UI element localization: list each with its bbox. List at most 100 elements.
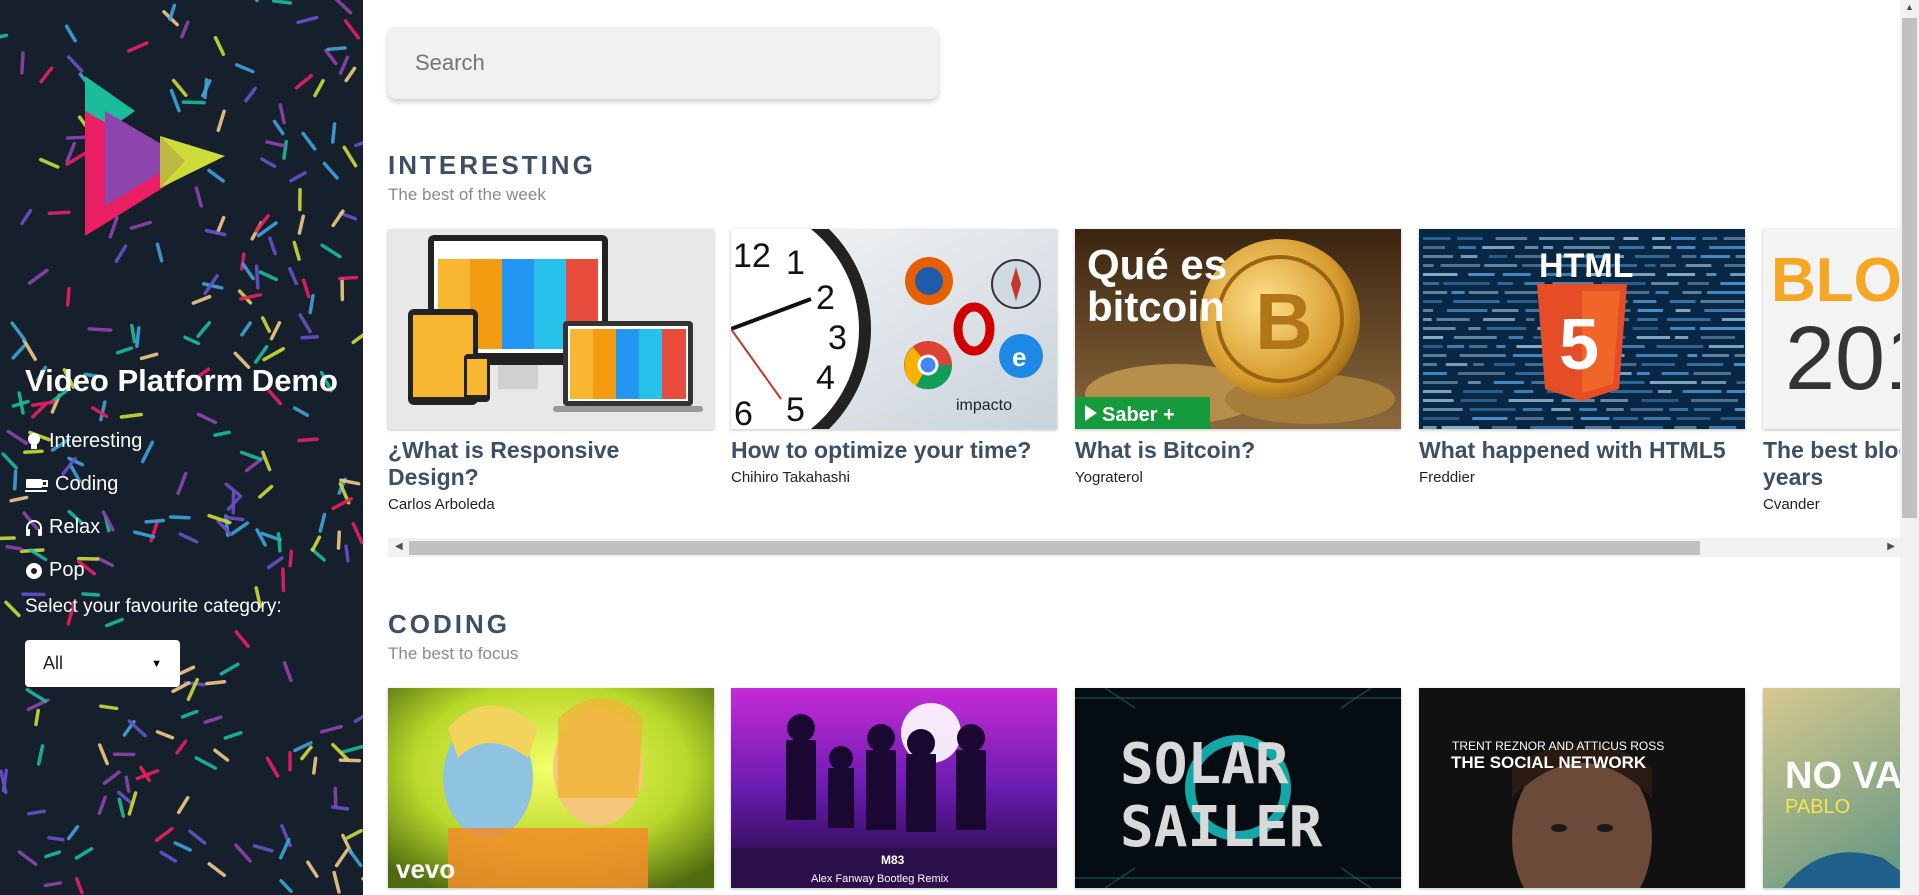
confetti-stroke <box>196 412 218 425</box>
category-label: Select your favourite category: <box>25 596 282 617</box>
confetti-stroke <box>31 403 47 419</box>
confetti-stroke <box>278 837 291 860</box>
video-title[interactable]: What is Bitcoin? <box>1075 437 1401 464</box>
confetti-stroke <box>288 266 299 286</box>
video-card[interactable]: TRENT REZNOR AND ATTICUS ROSS THE SOCIAL… <box>1419 688 1745 888</box>
confetti-stroke <box>326 46 347 52</box>
sidebar-item-label: Interesting <box>49 430 143 452</box>
confetti-stroke <box>10 321 27 342</box>
sidebar-item-interesting[interactable]: Interesting <box>25 420 142 463</box>
confetti-stroke <box>183 335 201 346</box>
sidebar-item-pop[interactable]: Pop <box>25 549 142 592</box>
confetti-stroke <box>159 850 178 863</box>
confetti-stroke <box>343 19 361 40</box>
confetti-stroke <box>176 471 188 495</box>
confetti-stroke <box>282 661 293 683</box>
confetti-stroke <box>351 333 363 345</box>
confetti-stroke <box>194 756 218 770</box>
bitcoin-badge-text: Saber + <box>1102 404 1175 426</box>
video-card[interactable]: SOLAR SAILER <box>1075 688 1401 888</box>
confetti-stroke <box>240 321 252 337</box>
confetti-stroke <box>281 567 286 593</box>
video-thumbnail[interactable]: 12 1 2 3 4 5 6 e impacto <box>731 229 1057 429</box>
confetti-stroke <box>74 846 94 860</box>
scroll-left-icon[interactable]: ◀ <box>395 541 403 552</box>
html-heading-text: HTML <box>1539 247 1633 285</box>
confetti-stroke <box>117 797 126 818</box>
category-select[interactable]: All ▼ <box>25 640 180 687</box>
video-thumbnail[interactable]: M83 Alex Fanway Bootleg Remix <box>731 688 1057 888</box>
video-card[interactable]: HTML 5 What happened with HTML5 Freddier <box>1419 229 1745 486</box>
video-thumbnail[interactable]: SOLAR SAILER <box>1075 688 1401 888</box>
sidebar-item-label: Pop <box>49 559 85 581</box>
confetti-stroke <box>213 35 226 56</box>
confetti-stroke <box>119 412 143 419</box>
solar-text: SOLAR <box>1120 732 1289 797</box>
video-thumbnail[interactable]: BLOOP 201 <box>1763 229 1900 429</box>
confetti-stroke <box>27 268 49 285</box>
confetti-stroke <box>168 515 191 520</box>
sidebar-item-relax[interactable]: Relax <box>25 506 142 549</box>
video-card[interactable]: 12 1 2 3 4 5 6 e impacto How to optimize… <box>731 229 1057 486</box>
video-thumbnail[interactable]: HTML 5 <box>1419 229 1745 429</box>
confetti-stroke <box>64 24 77 43</box>
confetti-stroke <box>12 469 18 491</box>
video-thumbnail[interactable]: B Qué es bitcoin Saber + <box>1075 229 1401 429</box>
confetti-stroke <box>27 809 46 816</box>
video-card[interactable]: B Qué es bitcoin Saber + What is Bitcoin… <box>1075 229 1401 486</box>
confetti-stroke <box>20 51 25 75</box>
confetti-stroke <box>262 347 285 362</box>
svg-text:1: 1 <box>786 244 805 282</box>
video-title[interactable]: How to optimize your time? <box>731 437 1057 464</box>
confetti-stroke <box>353 714 363 723</box>
confetti-stroke <box>322 161 339 180</box>
video-thumbnail[interactable]: TRENT REZNOR AND ATTICUS ROSS THE SOCIAL… <box>1419 688 1745 888</box>
sidebar-item-coding[interactable]: Coding <box>25 463 142 506</box>
video-card[interactable]: NO VA PABLO <box>1763 688 1900 888</box>
video-card[interactable]: ¿What is Responsive Design? Carlos Arbol… <box>388 229 714 513</box>
confetti-stroke <box>196 321 212 338</box>
video-title[interactable]: The best bloopers of the years <box>1763 437 1900 491</box>
confetti-stroke <box>178 665 196 676</box>
video-thumbnail[interactable] <box>388 229 714 429</box>
horizontal-scrollbar[interactable]: ◀ ▶ <box>388 538 1900 557</box>
confetti-stroke <box>66 55 84 73</box>
confetti-stroke <box>339 744 363 755</box>
confetti-stroke <box>175 739 188 755</box>
video-title[interactable]: ¿What is Responsive Design? <box>388 437 714 491</box>
confetti-stroke <box>234 630 250 649</box>
video-card[interactable]: M83 Alex Fanway Bootleg Remix <box>731 688 1057 888</box>
video-thumbnail[interactable]: NO VA PABLO <box>1763 688 1900 888</box>
bloopers-word: BLOOP <box>1771 246 1900 315</box>
confetti-stroke <box>344 544 350 563</box>
confetti-stroke <box>289 171 307 183</box>
app-title: Video Platform Demo <box>25 363 338 398</box>
confetti-stroke <box>1 452 19 470</box>
video-card[interactable]: vevo <box>388 688 714 888</box>
confetti-stroke <box>207 862 226 877</box>
confetti-stroke <box>180 709 199 719</box>
sailer-text: SAILER <box>1120 795 1323 860</box>
bitcoin-heading-line2: bitcoin <box>1087 283 1225 330</box>
scroll-right-icon[interactable]: ▶ <box>1887 541 1895 552</box>
confetti-stroke <box>268 236 277 256</box>
video-card[interactable]: BLOOP 201 The best bloopers of the years… <box>1763 229 1900 513</box>
vertical-scrollbar[interactable]: ▲ <box>1900 0 1919 895</box>
confetti-stroke <box>4 600 21 618</box>
scrollbar-thumb[interactable] <box>409 541 1700 555</box>
coffee-icon <box>25 476 49 494</box>
confetti-stroke <box>300 745 313 761</box>
confetti-stroke <box>298 313 312 334</box>
confetti-stroke <box>36 744 45 766</box>
confetti-stroke <box>180 20 190 39</box>
sidebar-item-label: Coding <box>55 473 119 495</box>
vertical-scrollbar-thumb[interactable] <box>1902 18 1917 518</box>
video-thumbnail[interactable]: vevo <box>388 688 714 888</box>
scroll-up-icon[interactable]: ▲ <box>1905 2 1914 12</box>
video-title[interactable]: What happened with HTML5 <box>1419 437 1745 464</box>
confetti-stroke <box>39 66 54 84</box>
confetti-stroke <box>99 704 119 711</box>
confetti-stroke <box>213 748 230 762</box>
caret-down-icon: ▼ <box>151 657 162 670</box>
confetti-stroke <box>338 275 359 281</box>
